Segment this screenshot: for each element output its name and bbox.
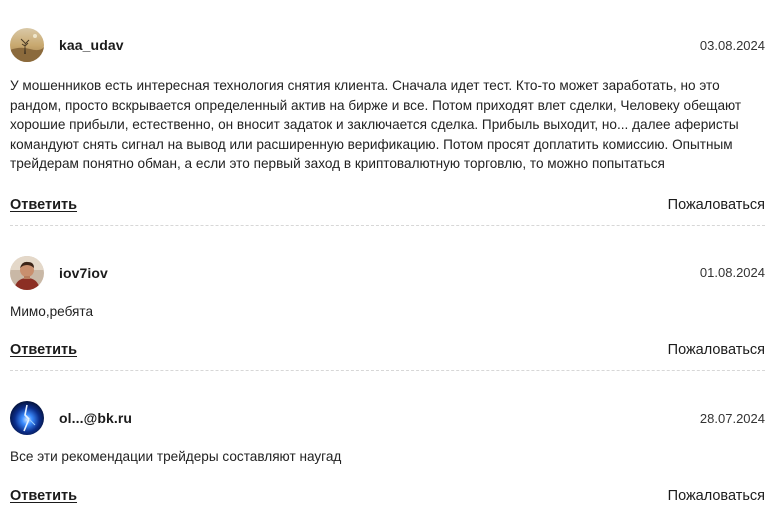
blue-light-photo-icon	[10, 401, 44, 435]
reply-button[interactable]: Ответить	[10, 488, 77, 504]
user-avatar[interactable]	[10, 28, 44, 62]
reply-button[interactable]: Ответить	[10, 197, 77, 213]
comments-list: kaa_udav 03.08.2024 У мошенников есть ин…	[10, 0, 765, 508]
comment-date: 01.08.2024	[699, 265, 765, 280]
comment-actions: Ответить Пожаловаться	[10, 342, 765, 370]
comment-date: 03.08.2024	[699, 37, 765, 53]
report-button[interactable]: Пожаловаться	[668, 488, 765, 504]
comment-author: ol...@bk.ru	[10, 401, 132, 435]
report-button[interactable]: Пожаловаться	[668, 197, 765, 213]
username: iov7iov	[59, 264, 108, 281]
comment-author: kaa_udav	[10, 28, 124, 62]
comment-item: ol...@bk.ru 28.07.2024 Все эти рекоменда…	[10, 371, 765, 508]
comment-actions: Ответить Пожаловаться	[10, 197, 765, 225]
comment-text: Мимо,ребята	[10, 303, 94, 319]
user-avatar[interactable]	[10, 401, 44, 435]
username: kaa_udav	[59, 37, 124, 53]
person-photo-icon	[10, 255, 44, 290]
comment-text: У мошенников есть интересная технология …	[10, 78, 742, 171]
comment-header: ol...@bk.ru 28.07.2024	[10, 371, 765, 435]
comment-header: kaa_udav 03.08.2024	[10, 0, 765, 62]
user-avatar[interactable]	[10, 255, 44, 290]
comment-item: iov7iov 01.08.2024 Мимо,ребята Ответить …	[10, 226, 765, 371]
comment-date: 28.07.2024	[699, 410, 765, 426]
comment-item: kaa_udav 03.08.2024 У мошенников есть ин…	[10, 0, 765, 226]
reply-button[interactable]: Ответить	[10, 342, 77, 358]
comment-text: Все эти рекомендации трейдеры составляют…	[10, 449, 342, 464]
comment-author: iov7iov	[10, 255, 108, 290]
comment-header: iov7iov 01.08.2024	[10, 226, 765, 290]
username: ol...@bk.ru	[59, 410, 133, 426]
desert-photo-icon	[10, 28, 44, 62]
report-button[interactable]: Пожаловаться	[668, 342, 765, 358]
